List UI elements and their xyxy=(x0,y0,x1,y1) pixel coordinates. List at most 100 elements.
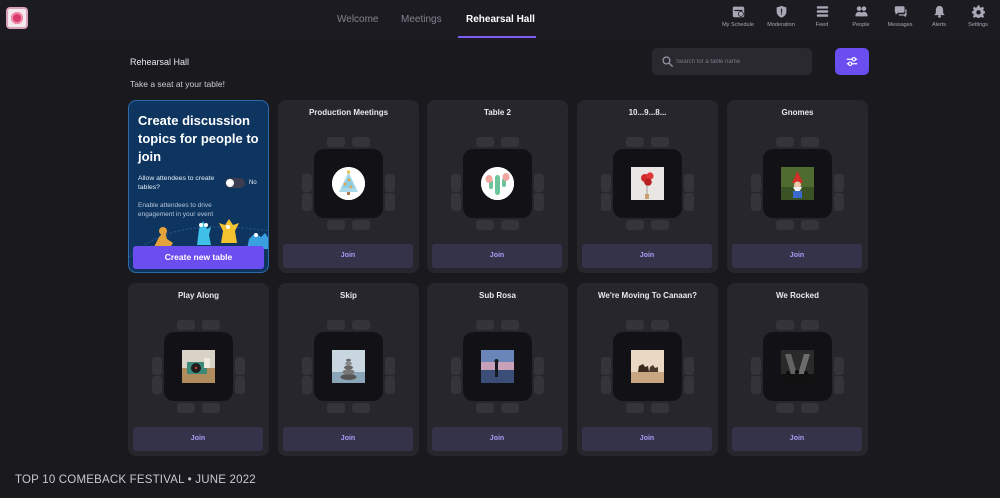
chair xyxy=(501,320,519,330)
chair xyxy=(501,137,519,147)
top-navigation-bar: Welcome Meetings Rehearsal Hall My Sched… xyxy=(0,0,1000,40)
chair xyxy=(501,220,519,230)
chair xyxy=(177,320,195,330)
chair xyxy=(751,193,761,211)
join-button[interactable]: Join xyxy=(283,427,413,451)
filter-button[interactable] xyxy=(835,48,869,75)
table-top xyxy=(613,332,682,401)
chair xyxy=(651,320,669,330)
toggle-knob xyxy=(226,179,234,187)
join-button[interactable]: Join xyxy=(582,244,712,268)
table-name: Skip xyxy=(340,291,357,300)
nav-alerts[interactable]: Alerts xyxy=(921,5,957,35)
nav-feed[interactable]: Feed xyxy=(804,5,840,35)
chair xyxy=(651,220,669,230)
table-top xyxy=(314,149,383,218)
chair xyxy=(601,174,611,192)
chair xyxy=(776,137,794,147)
chair xyxy=(385,376,395,394)
create-new-table-button[interactable]: Create new table xyxy=(133,246,264,269)
tab-welcome[interactable]: Welcome xyxy=(337,14,379,25)
chair xyxy=(626,220,644,230)
table-name: Play Along xyxy=(177,291,220,300)
nav-icon-bar: My Schedule Moderation Feed People Messa… xyxy=(715,5,996,35)
toggle-state-label: No xyxy=(249,180,257,186)
allow-tables-toggle[interactable] xyxy=(225,178,245,188)
chair xyxy=(626,403,644,413)
chair xyxy=(684,357,694,375)
join-button[interactable]: Join xyxy=(432,244,562,268)
chair xyxy=(751,357,761,375)
chair xyxy=(476,137,494,147)
chair xyxy=(801,320,819,330)
gear-icon xyxy=(971,5,985,18)
chair xyxy=(302,193,312,211)
nav-label: Settings xyxy=(968,22,988,28)
chair xyxy=(385,193,395,211)
table-card: Table 2 Join xyxy=(427,100,568,273)
table-top xyxy=(613,149,682,218)
chair xyxy=(451,357,461,375)
page-subtitle: Take a seat at your table! xyxy=(130,79,225,89)
chair xyxy=(651,403,669,413)
table-photo xyxy=(781,350,814,383)
table-photo xyxy=(332,350,365,383)
join-button[interactable]: Join xyxy=(133,427,263,451)
table-name: 10...9...8... xyxy=(628,108,667,117)
create-table-card: Create discussion topics for people to j… xyxy=(128,100,269,273)
chair xyxy=(534,193,544,211)
nav-messages[interactable]: Messages xyxy=(882,5,918,35)
nav-my-schedule[interactable]: My Schedule xyxy=(718,5,758,35)
chair xyxy=(202,320,220,330)
chair xyxy=(327,220,345,230)
schedule-icon xyxy=(732,6,744,18)
chair xyxy=(451,174,461,192)
chair xyxy=(601,376,611,394)
chair xyxy=(352,220,370,230)
chair xyxy=(202,403,220,413)
table-card: We Rocked Join xyxy=(727,283,868,456)
nav-moderation[interactable]: Moderation xyxy=(761,5,801,35)
chair xyxy=(776,403,794,413)
search-icon xyxy=(662,56,673,67)
join-button[interactable]: Join xyxy=(283,244,413,268)
chair xyxy=(177,403,195,413)
chair xyxy=(476,320,494,330)
table-name: We Rocked xyxy=(776,291,819,300)
table-top xyxy=(463,149,532,218)
table-name: Gnomes xyxy=(781,108,814,117)
search-input[interactable] xyxy=(676,53,806,70)
chair xyxy=(352,403,370,413)
table-card: Production Meetings Join xyxy=(278,100,419,273)
table-photo xyxy=(631,350,664,383)
chair xyxy=(601,193,611,211)
chair xyxy=(327,137,345,147)
chair xyxy=(834,376,844,394)
join-button[interactable]: Join xyxy=(582,427,712,451)
nav-people[interactable]: People xyxy=(843,5,879,35)
chair xyxy=(751,174,761,192)
nav-label: My Schedule xyxy=(722,22,754,28)
table-name: We're Moving To Canaan? xyxy=(598,291,697,300)
join-button[interactable]: Join xyxy=(732,244,862,268)
table-top xyxy=(763,332,832,401)
nav-settings[interactable]: Settings xyxy=(960,5,996,35)
nav-label: People xyxy=(852,22,870,28)
page-title: Rehearsal Hall xyxy=(130,57,190,67)
chair xyxy=(327,403,345,413)
join-button[interactable]: Join xyxy=(732,427,862,451)
chair xyxy=(352,137,370,147)
tab-meetings[interactable]: Meetings xyxy=(401,14,442,25)
table-photo xyxy=(781,167,814,200)
tab-rehearsal-hall[interactable]: Rehearsal Hall xyxy=(466,14,535,25)
chair xyxy=(152,357,162,375)
event-footer: TOP 10 COMEBACK FESTIVAL • JUNE 2022 xyxy=(15,474,256,486)
chair xyxy=(626,137,644,147)
chair xyxy=(476,220,494,230)
chair xyxy=(834,357,844,375)
join-button[interactable]: Join xyxy=(432,427,562,451)
chair xyxy=(601,357,611,375)
chair xyxy=(684,174,694,192)
table-top xyxy=(763,149,832,218)
table-card: 10...9...8... Join xyxy=(577,100,718,273)
